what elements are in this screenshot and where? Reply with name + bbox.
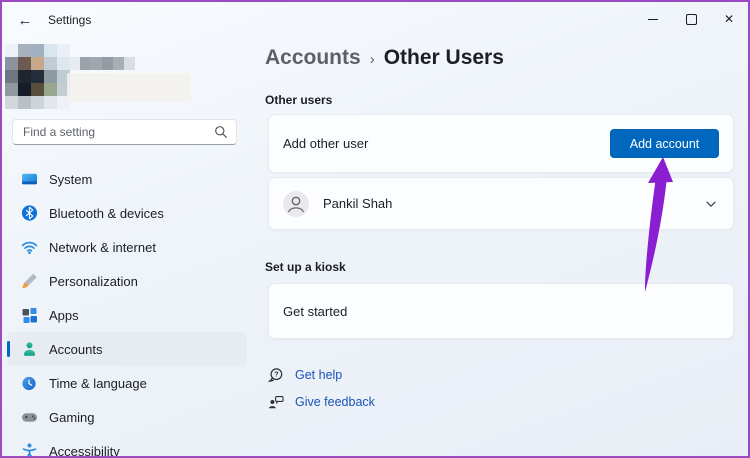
chevron-down-icon[interactable] — [703, 196, 719, 212]
user-row[interactable]: Pankil Shah — [268, 177, 734, 230]
wifi-icon — [21, 239, 38, 256]
sidebar-item-bluetooth[interactable]: Bluetooth & devices — [7, 196, 247, 230]
breadcrumb: Accounts › Other Users — [265, 46, 504, 70]
kiosk-heading: Set up a kiosk — [265, 260, 346, 274]
sidebar-item-apps[interactable]: Apps — [7, 298, 247, 332]
get-help-link[interactable]: ? Get help — [268, 367, 342, 383]
back-arrow-icon: ← — [18, 12, 33, 29]
other-users-heading: Other users — [265, 93, 332, 107]
settings-window: ← Settings ✕ System — [0, 0, 750, 458]
person-icon — [283, 191, 309, 217]
system-icon — [21, 171, 38, 188]
minimize-icon — [648, 19, 658, 20]
search-box — [12, 119, 237, 145]
search-input[interactable] — [21, 124, 214, 140]
give-feedback-link[interactable]: Give feedback — [268, 394, 375, 410]
gamepad-icon — [21, 409, 38, 426]
sidebar-item-gaming[interactable]: Gaming — [7, 400, 247, 434]
sidebar-item-system[interactable]: System — [7, 162, 247, 196]
accounts-icon — [21, 341, 38, 358]
clock-icon — [21, 375, 38, 392]
user-name: Pankil Shah — [323, 196, 392, 211]
sidebar-item-accessibility[interactable]: Accessibility — [7, 434, 247, 458]
profile-email-blur — [67, 73, 191, 102]
page-title: Other Users — [384, 46, 504, 70]
get-started-label: Get started — [283, 304, 347, 319]
sidebar-item-label: Network & internet — [49, 240, 156, 255]
titlebar: ← Settings ✕ — [2, 2, 748, 38]
sidebar-item-label: Accessibility — [49, 444, 120, 458]
sidebar-item-label: System — [49, 172, 92, 187]
sidebar-item-accounts[interactable]: Accounts — [7, 332, 247, 366]
minimize-button[interactable] — [634, 2, 672, 36]
maximize-icon — [686, 14, 697, 25]
feedback-icon — [268, 394, 284, 410]
add-other-user-card: Add other user Add account — [268, 114, 734, 173]
sidebar-item-label: Bluetooth & devices — [49, 206, 164, 221]
sidebar-item-label: Time & language — [49, 376, 147, 391]
sidebar-item-network[interactable]: Network & internet — [7, 230, 247, 264]
breadcrumb-accounts[interactable]: Accounts — [265, 46, 361, 70]
add-other-user-label: Add other user — [283, 136, 368, 151]
give-feedback-label: Give feedback — [295, 395, 375, 409]
profile-name-mosaic — [69, 57, 135, 70]
breadcrumb-separator-icon: › — [370, 49, 375, 68]
sidebar-item-label: Apps — [49, 308, 79, 323]
paintbrush-icon — [21, 273, 38, 290]
back-button[interactable]: ← — [10, 7, 40, 33]
add-account-button[interactable]: Add account — [610, 129, 719, 158]
sidebar-item-personalization[interactable]: Personalization — [7, 264, 247, 298]
close-icon: ✕ — [724, 13, 734, 25]
get-help-label: Get help — [295, 368, 342, 382]
maximize-button[interactable] — [672, 2, 710, 36]
bluetooth-icon — [21, 205, 38, 222]
help-icon: ? — [268, 367, 284, 383]
window-controls: ✕ — [634, 2, 748, 36]
kiosk-get-started-card[interactable]: Get started — [268, 283, 734, 339]
window-title: Settings — [48, 13, 91, 27]
sidebar-item-label: Accounts — [49, 342, 102, 357]
close-button[interactable]: ✕ — [710, 2, 748, 36]
sidebar-item-time-language[interactable]: Time & language — [7, 366, 247, 400]
apps-icon — [21, 307, 38, 324]
svg-text:?: ? — [274, 370, 278, 379]
avatar — [283, 191, 309, 217]
sidebar-nav: System Bluetooth & devices Network & int… — [2, 162, 252, 458]
sidebar-item-label: Personalization — [49, 274, 138, 289]
profile-avatar-mosaic — [5, 44, 70, 109]
sidebar-item-label: Gaming — [49, 410, 95, 425]
accessibility-icon — [21, 443, 38, 458]
search-icon — [214, 125, 228, 139]
